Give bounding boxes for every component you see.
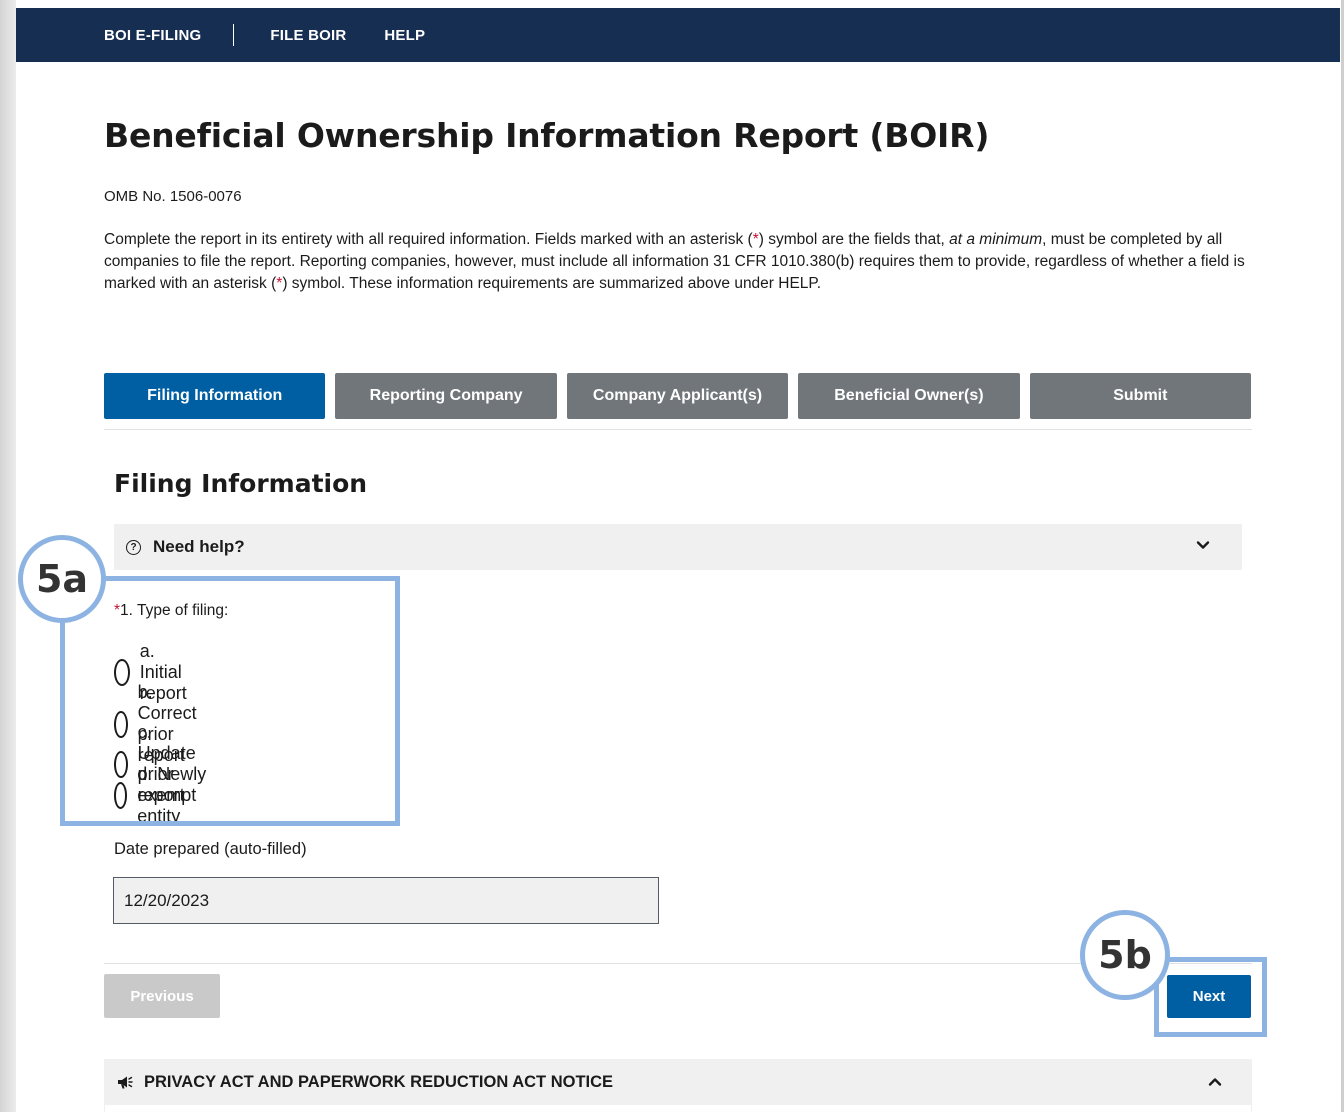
page-title: Beneficial Ownership Information Report … [104,116,990,155]
nav-boi-efiling-link[interactable]: BOI E-FILING [104,27,201,44]
intro-text-2: ) symbol are the fields that, [758,231,950,248]
nav-help-link[interactable]: HELP [384,27,425,44]
megaphone-icon [118,1076,133,1089]
window-frame-left [0,0,16,1112]
need-help-label: Need help? [153,537,245,556]
step-filing-information[interactable]: Filing Information [104,373,326,419]
need-help-accordion[interactable]: ? Need help? [114,524,1242,570]
step-reporting-company[interactable]: Reporting Company [335,373,557,419]
step-navigation: Filing Information Reporting Company Com… [104,373,1252,419]
previous-button[interactable]: Previous [104,974,220,1018]
chevron-down-icon [1196,541,1210,549]
date-prepared-field[interactable]: 12/20/2023 [113,877,659,924]
intro-paragraph: Complete the report in its entirety with… [104,229,1254,295]
privacy-notice-accordion[interactable]: PRIVACY ACT AND PAPERWORK REDUCTION ACT … [104,1059,1252,1105]
date-prepared-label: Date prepared (auto-filled) [114,840,307,858]
nav-file-boir-link[interactable]: FILE BOIR [270,27,346,44]
question-circle-icon: ? [126,539,141,555]
intro-text-4: ) symbol. These information requirements… [282,275,822,292]
annotation-badge-5a: 5a [18,535,106,623]
step-submit[interactable]: Submit [1029,373,1252,419]
divider [104,429,1252,430]
annotation-highlight-5b [1154,957,1267,1037]
privacy-notice-label: PRIVACY ACT AND PAPERWORK REDUCTION ACT … [144,1072,614,1091]
intro-emphasis: at a minimum [949,231,1043,248]
step-beneficial-owners[interactable]: Beneficial Owner(s) [798,373,1020,419]
annotation-badge-5b: 5b [1080,910,1170,1000]
step-company-applicants[interactable]: Company Applicant(s) [566,373,789,419]
chevron-up-icon [1208,1078,1222,1086]
annotation-highlight-5a [60,576,400,826]
top-navigation: BOI E-FILING FILE BOIR HELP [16,8,1340,62]
intro-text-1: Complete the report in its entirety with… [104,231,753,248]
section-title: Filing Information [114,469,368,498]
nav-divider [233,24,235,46]
omb-number: OMB No. 1506-0076 [104,188,242,205]
privacy-notice-body [104,1105,1252,1112]
